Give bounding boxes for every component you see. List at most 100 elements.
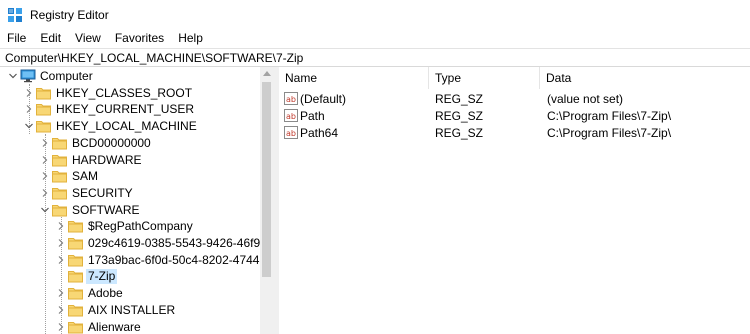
tree-item-label: 7-Zip — [86, 269, 118, 285]
chevron-right-icon[interactable] — [40, 171, 50, 181]
column-data[interactable]: Data — [540, 67, 750, 89]
tree-item-label: BCD00000000 — [72, 135, 151, 150]
value-data: (value not set) — [547, 92, 624, 106]
value-data: C:\Program Files\7-Zip\ — [547, 126, 672, 140]
tree-item[interactable]: 7-Zip — [0, 268, 260, 285]
value-row[interactable]: ab Path64 REG_SZ C:\Program Files\7-Zip\ — [279, 125, 750, 142]
values-list[interactable]: Name Type Data ab (Default) REG_SZ (value n… — [279, 67, 750, 334]
chevron-right-icon[interactable] — [56, 288, 66, 298]
chevron-right-icon[interactable] — [24, 104, 34, 114]
tree-item[interactable]: Computer — [0, 68, 260, 85]
svg-text:ab: ab — [286, 95, 296, 104]
folder-icon — [36, 102, 51, 116]
tree-item[interactable]: 029c4619-0385-5543-9426-46f99871 — [0, 235, 273, 252]
computer-icon — [20, 69, 36, 83]
chevron-down-icon[interactable] — [40, 205, 50, 215]
tree-item[interactable]: SOFTWARE — [0, 202, 260, 219]
tree-item-label: 029c4619-0385-5543-9426-46f99871 — [88, 236, 273, 250]
tree-item-label: SAM — [72, 169, 99, 184]
svg-text:ab: ab — [286, 112, 296, 121]
chevron-right-icon[interactable] — [56, 238, 66, 248]
tree-item[interactable]: SECURITY — [0, 185, 260, 202]
folder-icon — [36, 119, 51, 133]
tree-item[interactable]: HKEY_LOCAL_MACHINE — [0, 118, 260, 135]
folder-icon — [68, 303, 83, 317]
folder-icon — [68, 286, 83, 300]
tree-item[interactable]: BCD00000000 — [0, 135, 260, 152]
tree-item-label: $RegPathCompany — [88, 219, 193, 234]
registry-editor-icon — [8, 8, 22, 22]
tree-item-label: HARDWARE — [72, 152, 142, 167]
tree-scrollbar[interactable] — [260, 67, 273, 334]
folder-icon — [68, 269, 83, 283]
menu-file[interactable]: File — [0, 29, 33, 48]
menu-view[interactable]: View — [68, 29, 108, 48]
tree-item-label: Alienware — [88, 319, 141, 334]
tree-item[interactable]: HARDWARE — [0, 152, 260, 169]
chevron-right-icon[interactable] — [56, 322, 66, 332]
chevron-right-icon[interactable] — [40, 188, 50, 198]
tree-item[interactable]: $RegPathCompany — [0, 218, 260, 235]
tree-item-label: AIX INSTALLER — [88, 302, 176, 317]
folder-icon — [52, 169, 67, 183]
menu-edit[interactable]: Edit — [33, 29, 68, 48]
tree-item-label: HKEY_LOCAL_MACHINE — [56, 119, 197, 134]
value-name: Path — [300, 109, 325, 123]
tree-item[interactable]: 173a9bac-6f0d-50c4-8202-4744c69c — [0, 252, 273, 269]
folder-icon — [52, 186, 67, 200]
menu-favorites[interactable]: Favorites — [108, 29, 171, 48]
address-path[interactable]: Computer\HKEY_LOCAL_MACHINE\SOFTWARE\7-Z… — [5, 51, 303, 65]
list-header: Name Type Data — [279, 67, 750, 89]
title-bar: Registry Editor — [0, 0, 750, 29]
folder-icon — [68, 253, 83, 267]
tree-item-label: Adobe — [88, 286, 123, 301]
tree-item[interactable]: AIX INSTALLER — [0, 302, 260, 319]
chevron-right-icon[interactable] — [56, 255, 66, 265]
string-value-icon: ab — [284, 126, 298, 139]
tree-item-label: HKEY_CURRENT_USER — [56, 102, 195, 117]
folder-icon — [52, 153, 67, 167]
menu-help[interactable]: Help — [171, 29, 210, 48]
value-name: Path64 — [300, 126, 339, 140]
scroll-up-arrow-icon[interactable] — [263, 71, 271, 76]
tree-item[interactable]: HKEY_CURRENT_USER — [0, 101, 260, 118]
scroll-thumb[interactable] — [262, 82, 271, 277]
chevron-down-icon[interactable] — [8, 71, 18, 81]
chevron-down-icon[interactable] — [24, 121, 34, 131]
folder-icon — [52, 136, 67, 150]
column-type[interactable]: Type — [429, 67, 540, 89]
folder-icon — [68, 219, 83, 233]
tree-item-label: Computer — [40, 69, 93, 83]
chevron-right-icon[interactable] — [40, 155, 50, 165]
string-value-icon: ab — [284, 92, 298, 105]
tree-item-label: SECURITY — [72, 185, 133, 200]
value-row[interactable]: ab Path REG_SZ C:\Program Files\7-Zip\ — [279, 108, 750, 125]
chevron-right-icon[interactable] — [56, 221, 66, 231]
tree-item[interactable]: Alienware — [0, 319, 260, 334]
svg-text:ab: ab — [286, 129, 296, 138]
chevron-right-icon[interactable] — [40, 138, 50, 148]
folder-icon — [68, 320, 83, 334]
tree-item-label: 173a9bac-6f0d-50c4-8202-4744c69c — [88, 252, 273, 267]
value-name: (Default) — [300, 92, 347, 106]
key-tree[interactable]: Computer HKEY_CLASSES_ROOT HKEY_CURRENT_US… — [0, 67, 273, 334]
menu-bar: File Edit View Favorites Help — [0, 29, 750, 48]
value-type: REG_SZ — [435, 109, 484, 123]
tree-item[interactable]: HKEY_CLASSES_ROOT — [0, 85, 260, 102]
value-row[interactable]: ab (Default) REG_SZ (value not set) — [279, 91, 750, 108]
chevron-right-icon[interactable] — [24, 88, 34, 98]
folder-icon — [36, 86, 51, 100]
string-value-icon: ab — [284, 109, 298, 122]
value-type: REG_SZ — [435, 126, 484, 140]
tree-item[interactable]: Adobe — [0, 285, 260, 302]
column-name[interactable]: Name — [279, 67, 429, 89]
tree-item-label: HKEY_CLASSES_ROOT — [56, 85, 193, 100]
folder-icon — [68, 236, 83, 250]
window-title: Registry Editor — [30, 8, 109, 22]
chevron-right-icon[interactable] — [56, 305, 66, 315]
tree-item-label: SOFTWARE — [72, 202, 140, 217]
value-type: REG_SZ — [435, 92, 484, 106]
folder-icon — [52, 203, 67, 217]
tree-item[interactable]: SAM — [0, 168, 260, 185]
address-bar[interactable]: Computer\HKEY_LOCAL_MACHINE\SOFTWARE\7-Z… — [0, 48, 750, 67]
